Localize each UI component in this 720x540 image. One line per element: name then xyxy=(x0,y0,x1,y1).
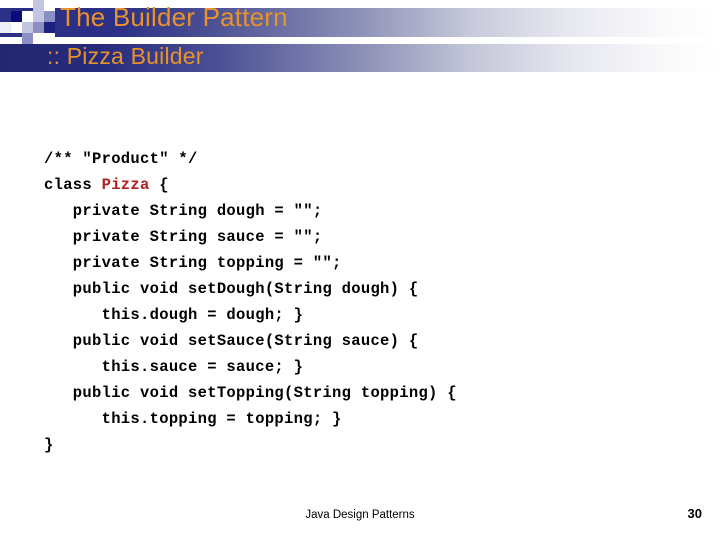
code-text: this.sauce = sauce; } xyxy=(44,358,304,376)
decor-square-0 xyxy=(33,0,44,11)
decor-square-11 xyxy=(22,33,33,44)
page-number: 30 xyxy=(687,506,702,521)
decor-square-4 xyxy=(33,11,44,22)
code-text: this.dough = dough; } xyxy=(44,306,304,324)
decor-square-5 xyxy=(44,11,55,22)
decor-square-8 xyxy=(22,22,33,33)
code-text: private String dough = ""; xyxy=(44,202,323,220)
decor-square-10 xyxy=(44,22,55,33)
code-text: public void setTopping(String topping) { xyxy=(44,384,457,402)
code-text: { xyxy=(149,176,169,194)
code-text: this.topping = topping; } xyxy=(44,410,342,428)
code-text: /** "Product" */ xyxy=(44,150,198,168)
code-line: private String dough = ""; xyxy=(44,198,684,224)
code-class-name: Pizza xyxy=(101,176,150,194)
footer-label: Java Design Patterns xyxy=(305,509,415,521)
decor-square-9 xyxy=(33,22,44,33)
code-text: class xyxy=(44,176,102,194)
code-line: } xyxy=(44,432,684,458)
decor-square-2 xyxy=(11,11,22,22)
code-line: /** "Product" */ xyxy=(44,146,684,172)
decor-square-12 xyxy=(33,33,44,44)
code-text: private String topping = ""; xyxy=(44,254,342,272)
code-line: this.topping = topping; } xyxy=(44,406,684,432)
code-line: private String sauce = ""; xyxy=(44,224,684,250)
presentation-slide: The Builder Pattern :: Pizza Builder /**… xyxy=(0,0,720,540)
code-line: public void setTopping(String topping) { xyxy=(44,380,684,406)
code-line: public void setDough(String dough) { xyxy=(44,276,684,302)
code-line: this.sauce = sauce; } xyxy=(44,354,684,380)
code-text: public void setDough(String dough) { xyxy=(44,280,419,298)
decor-square-7 xyxy=(11,22,22,33)
slide-title: The Builder Pattern xyxy=(60,2,288,32)
code-text: private String sauce = ""; xyxy=(44,228,323,246)
code-line: this.dough = dough; } xyxy=(44,302,684,328)
code-text: } xyxy=(44,436,54,454)
decor-square-3 xyxy=(22,11,33,22)
code-text: public void setSauce(String sauce) { xyxy=(44,332,419,350)
decor-square-1 xyxy=(44,0,55,11)
code-line: private String topping = ""; xyxy=(44,250,684,276)
code-line: class Pizza { xyxy=(44,172,684,198)
slide-subtitle: :: Pizza Builder xyxy=(47,43,204,69)
code-block: /** "Product" */ class Pizza { private St… xyxy=(44,146,684,458)
decor-square-6 xyxy=(0,22,11,33)
code-line: public void setSauce(String sauce) { xyxy=(44,328,684,354)
